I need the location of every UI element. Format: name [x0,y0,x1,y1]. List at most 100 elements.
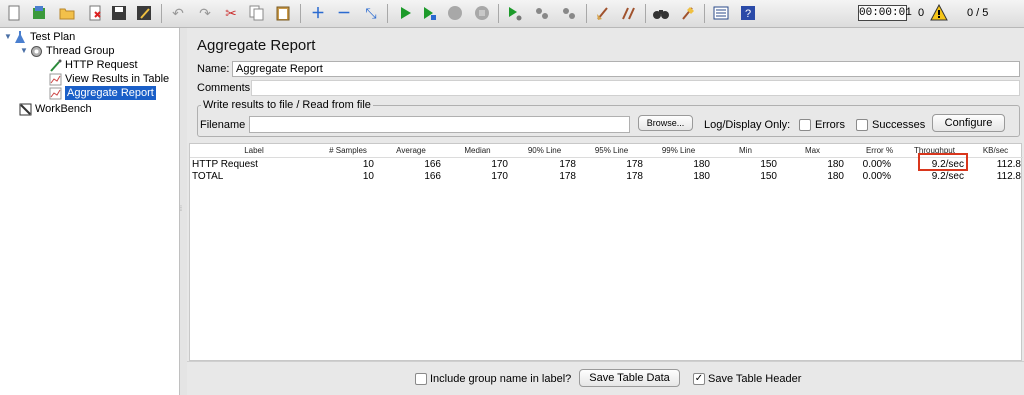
copy-icon[interactable] [246,3,268,23]
clear-icon[interactable] [592,3,614,23]
successes-checkbox[interactable] [856,119,868,131]
remote-shutdown-icon[interactable] [558,3,580,23]
table-cell: 178 [559,159,576,170]
panel-title: Aggregate Report [197,37,316,54]
elapsed-timer: 00:00:01 [858,5,912,21]
collapse-icon[interactable]: － [333,3,355,23]
throughput-highlight-box [918,153,968,171]
function-helper-icon[interactable] [710,3,732,23]
open-icon[interactable] [56,3,78,23]
undo-icon[interactable]: ↶ [167,3,189,23]
comments-label: Comments: [197,82,254,94]
workbench-icon [18,102,32,116]
paste-icon[interactable] [272,3,294,23]
include-group-label: Include group name in label? [430,373,572,385]
file-section-title: Write results to file / Read from file [201,99,373,111]
tree-node-thread-group[interactable]: ▼ Thread Group [20,44,114,58]
table-cell: 10 [362,171,374,182]
divider-grip-icon: ⁞ [180,206,182,213]
table-cell: 112.8 [996,171,1021,182]
table-cell: TOTAL [192,171,224,182]
configure-button[interactable]: Configure [932,114,1005,132]
log-display-label: Log/Display Only: [704,119,791,131]
table-cell: 180 [693,159,710,170]
table-cell: HTTP Request [192,159,258,170]
start-no-pause-icon[interactable] [418,3,440,23]
tree-label: HTTP Request [65,59,138,71]
close-icon[interactable] [84,3,106,23]
aggregate-report-panel: Aggregate Report Name: Aggregate Report … [187,28,1024,395]
remote-start-icon[interactable] [503,3,525,23]
pipette-icon [48,58,62,72]
errors-checkbox[interactable] [799,119,811,131]
toggle-icon[interactable]: ⤡ [360,3,382,23]
stop-icon[interactable] [444,3,466,23]
split-pane-divider[interactable]: ⁞ [180,28,187,395]
collapse-arrow-icon[interactable]: ▼ [20,44,29,58]
error-count: 0 [918,7,925,19]
main-toolbar: ↶ ↷ ✂ ＋ － ⤡ ? 00:00:01 0 0 / 5 [0,0,1024,28]
table-cell: 150 [760,159,777,170]
include-group-checkbox[interactable] [415,373,427,385]
filename-input[interactable] [249,116,630,133]
table-cell: 178 [626,159,643,170]
reset-search-icon[interactable] [677,3,699,23]
browse-button[interactable]: Browse... [638,115,693,131]
tree-label: Aggregate Report [65,86,156,100]
help-icon[interactable]: ? [737,3,759,23]
collapse-arrow-icon[interactable]: ▼ [4,30,13,44]
successes-label: Successes [872,119,926,131]
tree-node-test-plan[interactable]: ▼ Test Plan [4,30,75,44]
active-threads: 0 / 5 [967,7,989,19]
table-cell: 170 [491,159,508,170]
tree-node-workbench[interactable]: WorkBench [18,102,92,116]
comments-field[interactable] [251,80,1020,96]
chart-icon [48,86,62,100]
filename-label: Filename [200,119,246,131]
table-cell: 178 [559,171,576,182]
expand-icon[interactable]: ＋ [307,3,329,23]
table-cell: 10 [362,159,374,170]
table-cell: 170 [491,171,508,182]
save-table-data-button[interactable]: Save Table Data [579,369,680,387]
table-actions-bar: Include group name in label? Save Table … [187,361,1024,395]
table-cell: 180 [693,171,710,182]
tree-label: Thread Group [46,45,115,57]
warning-icon[interactable] [930,3,948,21]
save-table-header-checkbox[interactable]: ✓ [693,373,705,385]
remote-stop-icon[interactable] [531,3,553,23]
cut-icon[interactable]: ✂ [220,3,242,23]
header-divider [190,157,1023,158]
table-cell: 178 [626,171,643,182]
name-label: Name: [197,63,230,75]
tree-node-aggregate-report[interactable]: Aggregate Report [48,86,156,100]
tree-label: View Results in Table [65,73,170,85]
save-icon[interactable] [108,3,130,23]
tree-node-view-results-table[interactable]: View Results in Table [48,72,169,86]
svg-text:?: ? [745,8,751,20]
gear-icon [29,44,43,58]
start-icon[interactable] [394,3,416,23]
save-as-icon[interactable] [133,3,155,23]
table-cell: 112.8 [996,159,1021,170]
search-icon[interactable] [650,3,672,23]
chart-icon [48,72,62,86]
new-icon[interactable] [3,3,25,23]
redo-icon[interactable]: ↷ [194,3,216,23]
tree-node-http-request[interactable]: HTTP Request [48,58,138,72]
table-cell: 166 [424,159,441,170]
results-table: Label # Samples Average Median 90% Line … [189,143,1023,361]
save-table-header-label: Save Table Header [708,373,802,385]
test-plan-tree: ▼ Test Plan ▼ Thread Group HTTP Request … [0,28,180,395]
templates-icon[interactable] [28,3,50,23]
table-cell: 0.00% [862,159,891,170]
table-cell: 9.2/sec [931,171,964,182]
name-field[interactable]: Aggregate Report [232,61,1020,77]
shutdown-icon[interactable] [471,3,493,23]
test-plan-icon [13,30,27,44]
tree-label: WorkBench [35,103,92,115]
table-cell: 150 [760,171,777,182]
errors-label: Errors [815,119,845,131]
table-cell: 0.00% [862,171,891,182]
clear-all-icon[interactable] [618,3,640,23]
